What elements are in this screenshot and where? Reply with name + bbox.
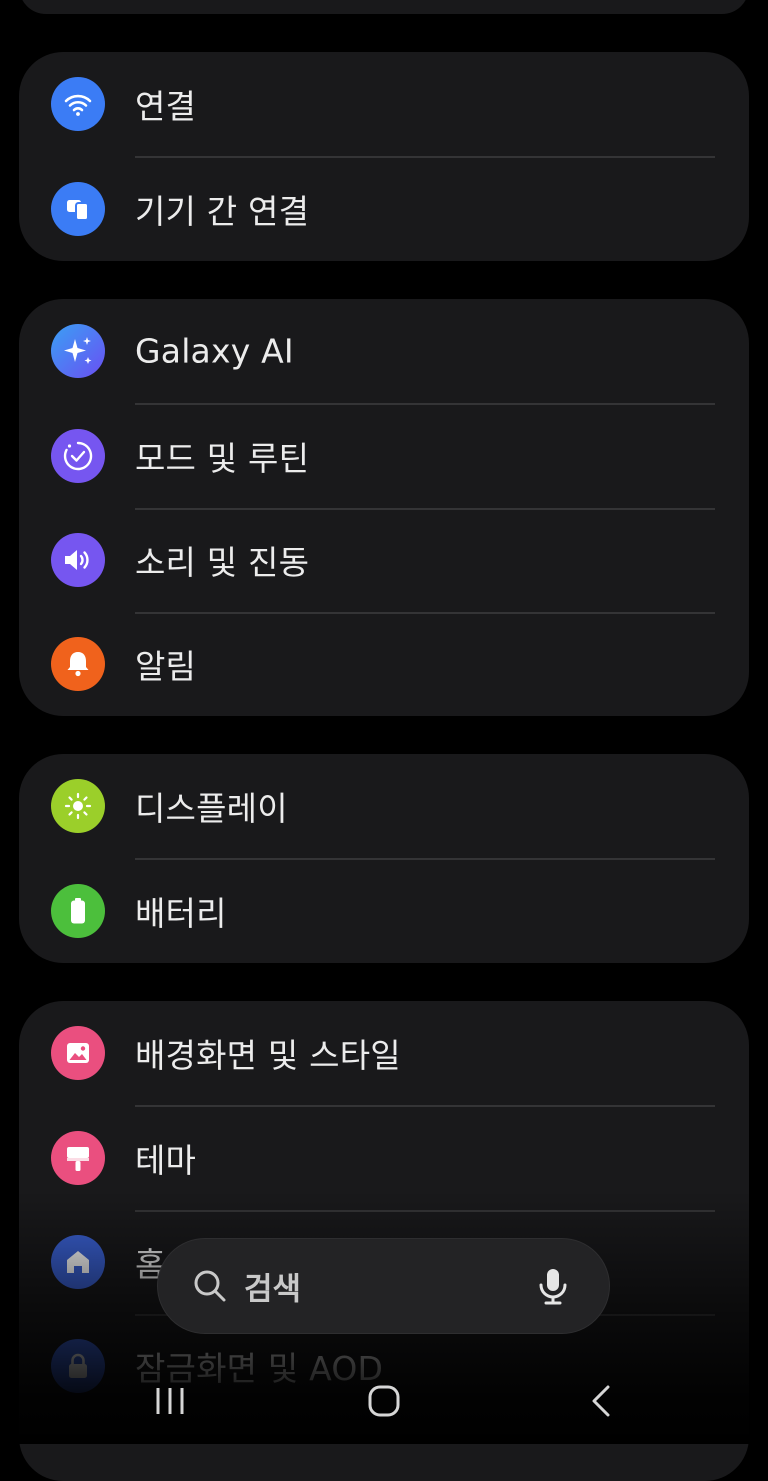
settings-item-notifications[interactable]: 알림 (19, 612, 749, 716)
device-connect-icon (51, 182, 105, 236)
settings-item-label: 연결 (135, 87, 197, 126)
settings-item-battery[interactable]: 배터리 (19, 859, 749, 963)
settings-item-themes[interactable]: 테마 (19, 1106, 749, 1210)
back-button[interactable] (570, 1376, 630, 1426)
recents-button[interactable] (140, 1376, 200, 1426)
settings-item-modes-routines[interactable]: 모드 및 루틴 (19, 404, 749, 508)
settings-item-label: 배경화면 및 스타일 (135, 1036, 401, 1075)
bell-icon (51, 637, 105, 691)
routine-check-icon (51, 429, 105, 483)
settings-card-ai: Galaxy AI 모드 및 루틴 소리 및 진동 알림 (19, 299, 749, 716)
settings-item-label: 소리 및 진동 (135, 543, 310, 582)
home-icon (51, 1235, 105, 1289)
back-icon (592, 1385, 610, 1417)
settings-item-display[interactable]: 디스플레이 (19, 754, 749, 858)
settings-item-wallpaper-style[interactable]: 배경화면 및 스타일 (19, 1001, 749, 1105)
settings-item-label: Galaxy AI (135, 331, 294, 371)
paint-brush-icon (51, 1131, 105, 1185)
settings-item-label: 배터리 (135, 894, 227, 933)
home-nav-button[interactable] (354, 1376, 414, 1426)
settings-card-connect: 연결 기기 간 연결 (19, 52, 749, 261)
wifi-icon (51, 77, 105, 131)
search-icon (194, 1270, 226, 1302)
settings-item-label: 알림 (135, 647, 197, 686)
settings-card-previous (19, 0, 749, 14)
settings-item-connected-devices[interactable]: 기기 간 연결 (19, 157, 749, 261)
settings-item-connections[interactable]: 연결 (19, 52, 749, 156)
settings-item-label: 디스플레이 (135, 789, 288, 828)
sparkle-icon (51, 324, 105, 378)
settings-item-label: 테마 (135, 1141, 197, 1180)
battery-icon (51, 884, 105, 938)
settings-item-label: 기기 간 연결 (135, 192, 310, 231)
recents-icon (156, 1388, 184, 1414)
settings-card-display: 디스플레이 배터리 (19, 754, 749, 963)
settings-item-sounds-vibration[interactable]: 소리 및 진동 (19, 508, 749, 612)
search-bar[interactable]: 검색 (157, 1238, 610, 1334)
sun-icon (51, 779, 105, 833)
speaker-icon (51, 533, 105, 587)
wallpaper-icon (51, 1026, 105, 1080)
navigation-bar (0, 1360, 768, 1444)
settings-item-galaxy-ai[interactable]: Galaxy AI (19, 299, 749, 403)
search-label: 검색 (244, 1271, 302, 1308)
settings-item-label: 모드 및 루틴 (135, 439, 310, 478)
home-nav-icon (368, 1385, 400, 1417)
mic-icon[interactable] (533, 1265, 573, 1307)
